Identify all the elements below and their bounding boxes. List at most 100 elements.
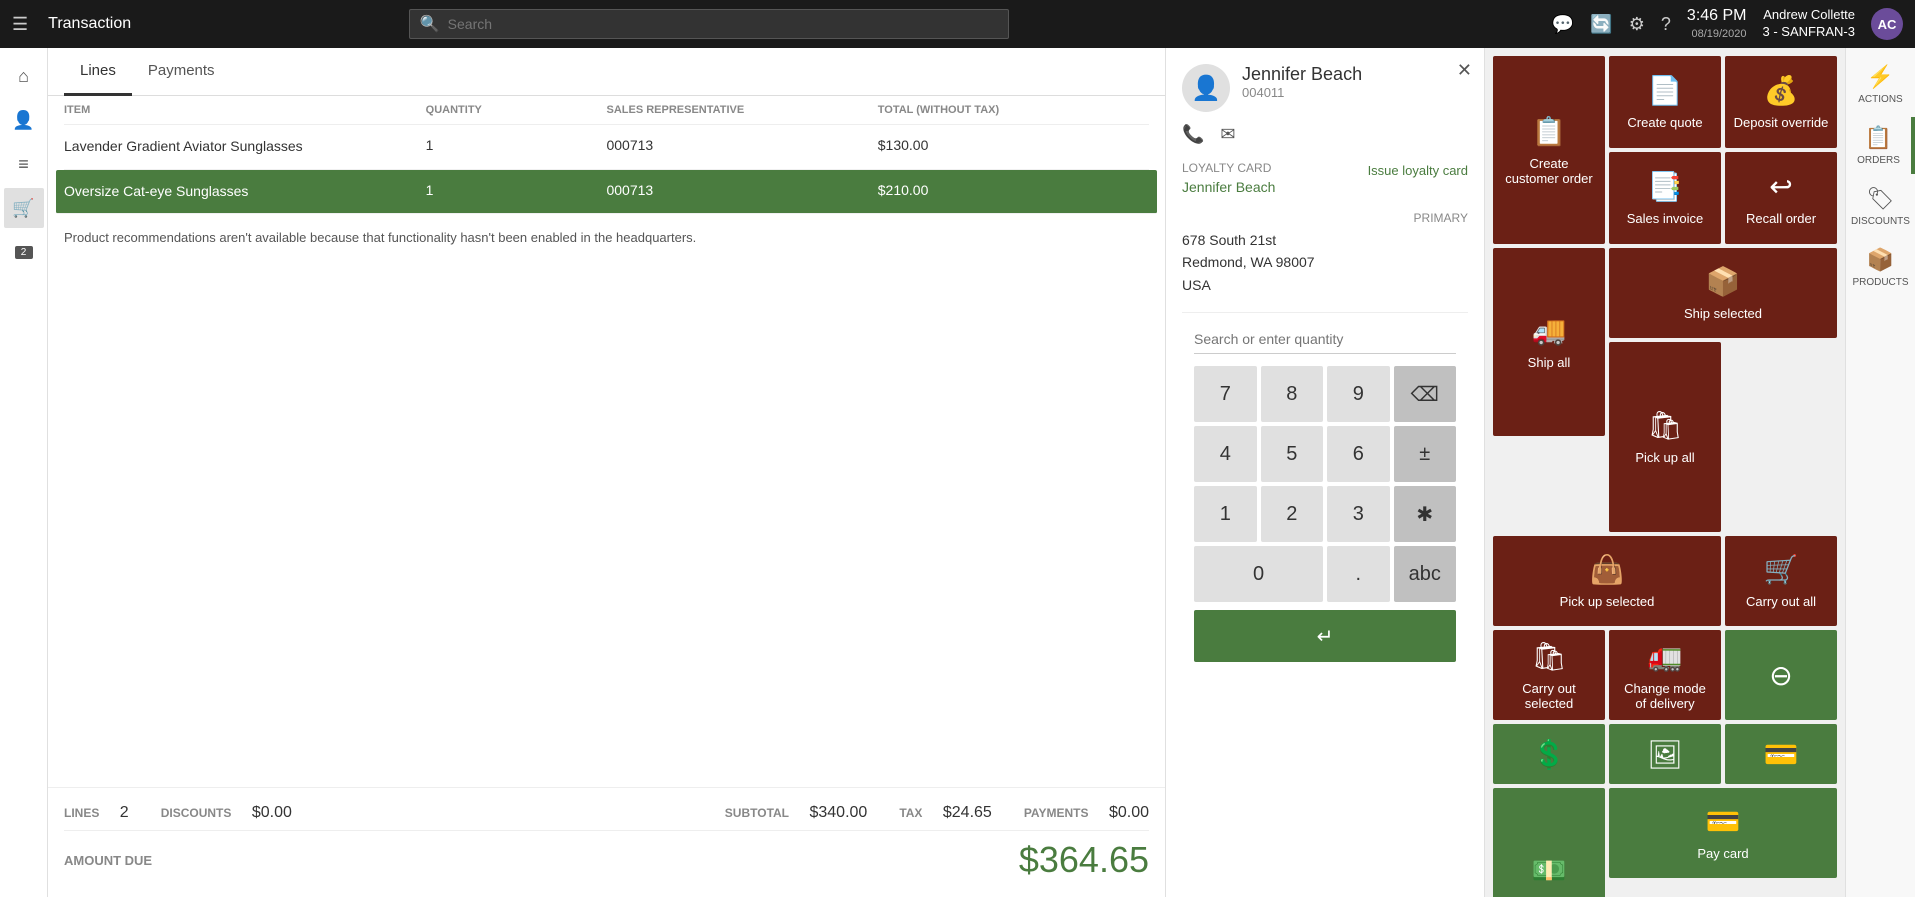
- numpad-8[interactable]: 8: [1261, 366, 1324, 422]
- sidebar-item-cart[interactable]: 🛒: [4, 188, 44, 228]
- item-qty-2: 1: [426, 182, 607, 202]
- sidebar-item-customer[interactable]: 👤: [4, 100, 44, 140]
- topbar-user: Andrew Collette 3 - SANFRAN-3: [1763, 7, 1855, 41]
- issue-loyalty-button[interactable]: Issue loyalty card: [1368, 163, 1468, 178]
- card-small-button[interactable]: 💳: [1725, 724, 1837, 784]
- help-icon[interactable]: ?: [1661, 14, 1671, 35]
- topbar: ☰ Transaction 🔍 💬 🔄 ⚙ ? 3:46 PM 08/19/20…: [0, 0, 1915, 48]
- menu-icon[interactable]: ☰: [12, 14, 28, 35]
- item-name-1: Lavender Gradient Aviator Sunglasses: [64, 137, 426, 157]
- lines-count: 2: [120, 804, 129, 821]
- table-row[interactable]: Lavender Gradient Aviator Sunglasses 1 0…: [64, 125, 1149, 170]
- numpad-4[interactable]: 4: [1194, 426, 1257, 482]
- numpad-1[interactable]: 1: [1194, 486, 1257, 542]
- numpad-plusminus[interactable]: ±: [1394, 426, 1457, 482]
- sales-invoice-button[interactable]: 📑 Sales invoice: [1609, 152, 1721, 244]
- pick-up-all-button[interactable]: 🛍 Pick up all: [1609, 342, 1721, 532]
- carry-out-all-button[interactable]: 🛒 Carry out all: [1725, 536, 1837, 626]
- sidebar-item-menu[interactable]: ≡: [4, 144, 44, 184]
- numpad-enter[interactable]: ↵: [1194, 610, 1456, 662]
- email-icon[interactable]: ✉: [1220, 124, 1235, 145]
- tax-block: TAX $24.65: [899, 804, 992, 822]
- recall-order-icon: ↩: [1769, 170, 1792, 203]
- user-avatar[interactable]: AC: [1871, 8, 1903, 40]
- sidebar-actions[interactable]: ⚡ ACTIONS: [1851, 56, 1911, 113]
- close-customer-button[interactable]: ✕: [1457, 60, 1472, 81]
- numpad-2[interactable]: 2: [1261, 486, 1324, 542]
- create-customer-order-button[interactable]: 📋 Create customer order: [1493, 56, 1605, 244]
- col-sales-rep: SALES REPRESENTATIVE: [606, 104, 877, 116]
- item-qty-1: 1: [426, 137, 607, 157]
- user-location: 3 - SANFRAN-3: [1763, 24, 1855, 41]
- customer-header: 👤 Jennifer Beach 004011: [1182, 64, 1468, 112]
- phone-icon[interactable]: 📞: [1182, 124, 1204, 145]
- pay-card-button[interactable]: 💳 Pay card: [1609, 788, 1837, 878]
- numpad-multiply[interactable]: ✱: [1394, 486, 1457, 542]
- actions-label: ACTIONS: [1858, 94, 1902, 105]
- pay-cash-button[interactable]: 💵 Pay cash: [1493, 788, 1605, 897]
- numpad-7[interactable]: 7: [1194, 366, 1257, 422]
- col-quantity: QUANTITY: [426, 104, 607, 116]
- cash-icon-button[interactable]: 💲: [1493, 724, 1605, 784]
- numpad-3[interactable]: 3: [1327, 486, 1390, 542]
- sidebar-discounts[interactable]: 🏷 DISCOUNTS: [1851, 178, 1911, 235]
- sidebar-orders[interactable]: 📋 ORDERS: [1846, 117, 1911, 174]
- sidebar-products[interactable]: 📦 PRODUCTS: [1851, 239, 1911, 296]
- image-button[interactable]: 🖼: [1609, 724, 1721, 784]
- tax-value: $24.65: [943, 804, 992, 821]
- orders-icon: 📋: [1865, 125, 1892, 151]
- pick-up-selected-button[interactable]: 👜 Pick up selected: [1493, 536, 1721, 626]
- discounts-icon: 🏷: [1867, 186, 1895, 212]
- numpad-search-input[interactable]: [1194, 325, 1456, 354]
- discounts-summary: DISCOUNTS $0.00: [161, 804, 292, 822]
- item-rep-2: 000713: [606, 182, 877, 202]
- customer-name: Jennifer Beach: [1242, 64, 1362, 85]
- deposit-override-button[interactable]: 💰 Deposit override: [1725, 56, 1837, 148]
- chat-icon[interactable]: 💬: [1552, 14, 1574, 35]
- customer-panel: ✕ 👤 Jennifer Beach 004011 📞 ✉ LOYALTY CA…: [1165, 48, 1485, 897]
- numpad-9[interactable]: 9: [1327, 366, 1390, 422]
- discount-button[interactable]: ⊖: [1725, 630, 1837, 720]
- time-display: 3:46 PM: [1687, 6, 1747, 27]
- item-rep-1: 000713: [606, 137, 877, 157]
- right-panel: 📋 Create customer order 📄 Create quote 💰…: [1485, 48, 1845, 897]
- tab-payments[interactable]: Payments: [132, 48, 231, 96]
- carry-out-selected-icon: 🛍: [1531, 640, 1567, 673]
- refresh-icon[interactable]: 🔄: [1590, 14, 1612, 35]
- numpad-5[interactable]: 5: [1261, 426, 1324, 482]
- ship-all-button[interactable]: 🚚 Ship all: [1493, 248, 1605, 436]
- deposit-override-icon: 💰: [1764, 74, 1799, 107]
- table-row[interactable]: Oversize Cat-eye Sunglasses 1 000713 $21…: [56, 170, 1157, 215]
- lines-table: ITEM QUANTITY SALES REPRESENTATIVE TOTAL…: [48, 96, 1165, 214]
- numpad-0[interactable]: 0: [1194, 546, 1323, 602]
- item-total-1: $130.00: [878, 137, 1149, 157]
- carry-out-selected-button[interactable]: 🛍 Carry out selected: [1493, 630, 1605, 720]
- user-name: Andrew Collette: [1763, 7, 1855, 24]
- numpad-backspace[interactable]: ⌫: [1394, 366, 1457, 422]
- tab-lines[interactable]: Lines: [64, 48, 132, 96]
- amount-due-label: AMOUNT DUE: [64, 853, 152, 868]
- item-total-2: $210.00: [878, 182, 1149, 202]
- numpad-decimal[interactable]: .: [1327, 546, 1390, 602]
- create-customer-order-icon: 📋: [1532, 115, 1567, 148]
- recall-order-button[interactable]: ↩ Recall order: [1725, 152, 1837, 244]
- sidebar-item-count[interactable]: 2: [4, 232, 44, 272]
- numpad-6[interactable]: 6: [1327, 426, 1390, 482]
- card-small-icon: 💳: [1764, 738, 1799, 771]
- numpad-abc[interactable]: abc: [1394, 546, 1457, 602]
- search-input[interactable]: [448, 16, 998, 32]
- ship-selected-button[interactable]: 📦 Ship selected: [1609, 248, 1837, 338]
- search-bar[interactable]: 🔍: [409, 9, 1009, 39]
- carry-out-all-icon: 🛒: [1764, 553, 1799, 586]
- loyalty-name[interactable]: Jennifer Beach: [1182, 179, 1468, 195]
- change-mode-delivery-button[interactable]: 🚛 Change mode of delivery: [1609, 630, 1721, 720]
- ship-all-icon: 🚚: [1532, 314, 1567, 347]
- customer-info: Jennifer Beach 004011: [1242, 64, 1362, 100]
- cash-icon: 💲: [1532, 738, 1567, 771]
- left-sidebar: ⌂ 👤 ≡ 🛒 2: [0, 48, 48, 897]
- sidebar-item-home[interactable]: ⌂: [4, 56, 44, 96]
- recommendation-text: Product recommendations aren't available…: [48, 214, 1165, 261]
- settings-icon[interactable]: ⚙: [1629, 14, 1645, 35]
- customer-avatar: 👤: [1182, 64, 1230, 112]
- create-quote-button[interactable]: 📄 Create quote: [1609, 56, 1721, 148]
